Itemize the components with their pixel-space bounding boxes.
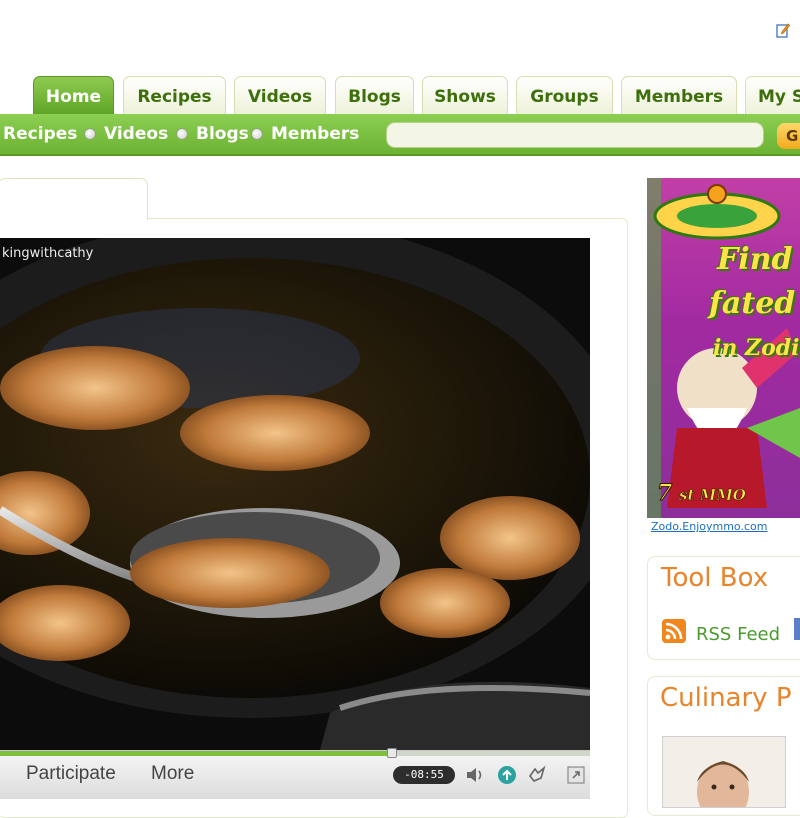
svg-text:7: 7 (657, 480, 673, 506)
share-icon[interactable] (496, 764, 518, 786)
edit-note-icon[interactable] (776, 22, 790, 38)
tab-groups[interactable]: Groups (516, 76, 613, 114)
search-radio-blogs[interactable] (176, 128, 188, 140)
search-radio-videos[interactable] (84, 128, 96, 140)
tab-home[interactable]: Home (33, 76, 114, 114)
player-controls: Participate More -08:55 (0, 748, 590, 799)
search-radio-members[interactable] (251, 128, 263, 140)
ad-footer: Zodo.Enjoymmo.com (647, 518, 800, 540)
bookmark-icon[interactable] (794, 618, 800, 640)
search-option-blogs[interactable]: Blogs (196, 124, 249, 144)
search-option-members[interactable]: Members (271, 124, 359, 144)
volume-icon[interactable] (464, 764, 486, 786)
video-frame-image (0, 238, 590, 750)
advertisement-banner[interactable]: 7 st MMO Find fated in Zodi Zodo.Enjoymm… (647, 178, 800, 540)
tab-shows[interactable]: Shows (422, 76, 508, 114)
chef-photo (663, 737, 785, 807)
video-player[interactable]: kingwithcathy (0, 238, 590, 750)
ad-url-link[interactable]: Zodo.Enjoymmo.com (651, 520, 767, 533)
progress-handle[interactable] (387, 748, 398, 758)
progress-fill (0, 751, 393, 756)
ad-headline: Find fated in Zodi (709, 238, 800, 370)
search-input[interactable] (386, 122, 764, 148)
panel-tab-joint (0, 216, 147, 220)
search-bar: Recipes Videos Blogs Members G (0, 114, 800, 156)
tab-recipes[interactable]: Recipes (123, 76, 226, 114)
tab-videos[interactable]: Videos (234, 76, 326, 114)
tab-members[interactable]: Members (621, 76, 737, 114)
search-option-videos[interactable]: Videos (104, 124, 168, 144)
fullscreen-icon[interactable] (565, 764, 587, 786)
avatar[interactable] (662, 736, 786, 808)
progress-bar[interactable] (0, 748, 590, 758)
ad-headline-line-3: in Zodi (713, 335, 800, 361)
tab-blogs[interactable]: Blogs (335, 76, 414, 114)
more-button[interactable]: More (151, 763, 194, 785)
video-watermark: kingwithcathy (2, 246, 94, 261)
ad-headline-line-1: Find (717, 242, 793, 277)
ad-headline-line-2: fated (709, 286, 796, 321)
main-nav-tabs: Home Recipes Videos Blogs Shows Groups M… (0, 76, 800, 114)
search-go-button[interactable]: G (777, 123, 800, 149)
tab-my-stuff[interactable]: My S (745, 76, 800, 114)
rss-feed-icon[interactable] (662, 619, 686, 643)
participate-button[interactable]: Participate (26, 763, 116, 785)
search-option-recipes[interactable]: Recipes (3, 124, 77, 144)
time-remaining: -08:55 (393, 766, 455, 784)
svg-text:st MMO: st MMO (679, 486, 746, 504)
rss-feed-link[interactable]: RSS Feed (696, 624, 780, 645)
panel-tab[interactable] (0, 178, 148, 220)
toolbox-title: Tool Box (661, 563, 769, 593)
rating-icon[interactable] (526, 764, 548, 786)
culinary-title: Culinary P (660, 683, 792, 713)
